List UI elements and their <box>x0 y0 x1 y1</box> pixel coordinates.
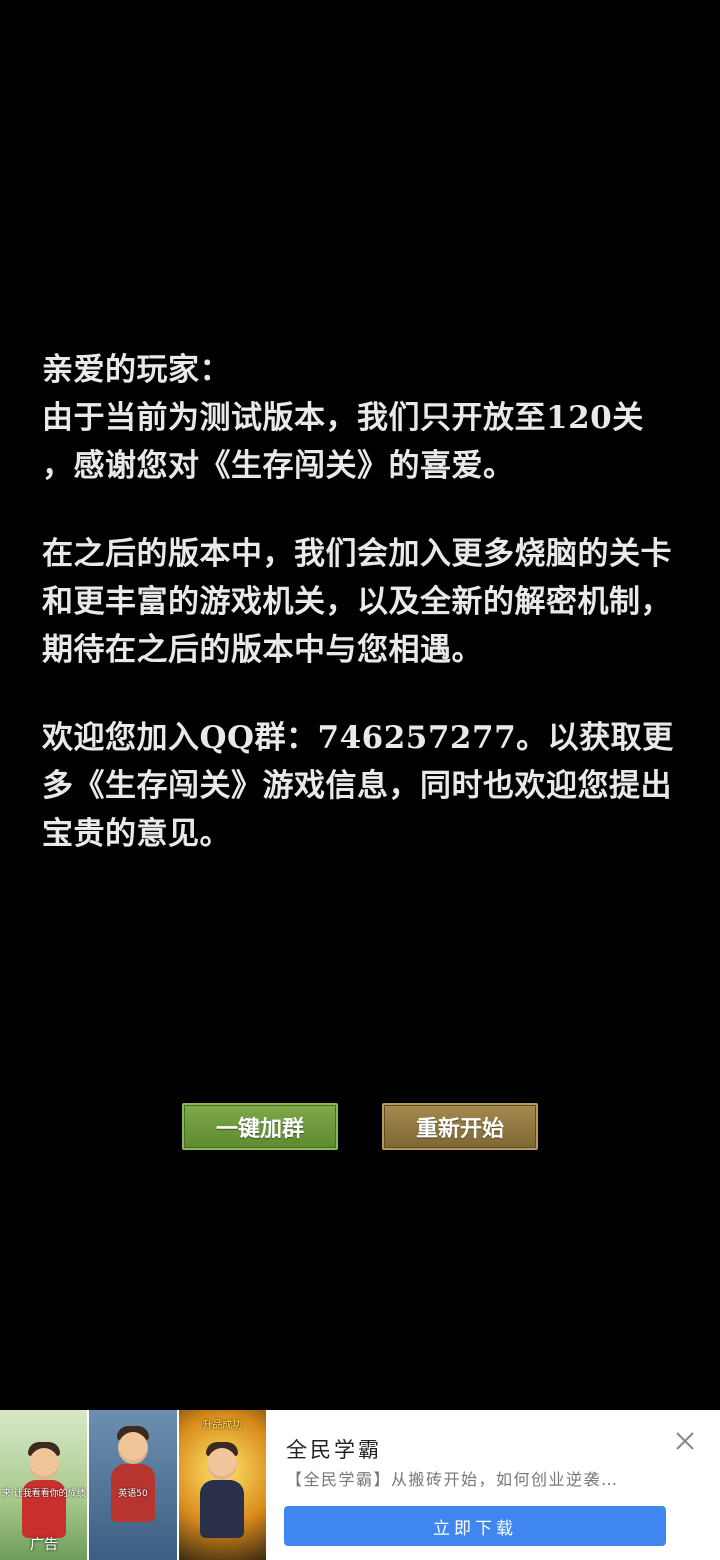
ad-thumbnail-2-caption: 英语50 <box>118 1489 148 1499</box>
join-group-button[interactable]: 一键加群 <box>182 1103 338 1150</box>
ad-thumbnails[interactable]: 来 让我看看你的成绩 英语50 升品成功 广告 <box>0 1410 268 1560</box>
ad-label: 广告 <box>30 1537 58 1553</box>
ad-thumbnail-2[interactable]: 英语50 <box>89 1410 177 1560</box>
character-illustration <box>192 1438 252 1548</box>
character-head <box>28 1448 59 1480</box>
close-icon-glyph <box>676 1432 694 1450</box>
ad-title[interactable]: 全民学霸 <box>286 1434 382 1464</box>
message-intro: 亲爱的玩家： 由于当前为测试版本，我们只开放至120关 ，感谢您对《生存闯关》的… <box>42 346 682 490</box>
ad-thumbnail-3[interactable]: 升品成功 <box>178 1410 266 1560</box>
close-icon[interactable] <box>672 1428 698 1454</box>
thanks-text: ，感谢您对《生存闯关》的喜爱。 <box>42 448 515 484</box>
download-button[interactable]: 立即下载 <box>284 1506 666 1546</box>
future-plans-text: 在之后的版本中，我们会加入更多烧脑的关卡和更丰富的游戏机关，以及全新的解密机制，… <box>42 536 672 668</box>
qq-group-text: 欢迎您加入QQ群：746257277。以获取更多《生存闯关》游戏信息，同时也欢迎… <box>42 720 674 852</box>
character-illustration <box>103 1420 163 1540</box>
ad-thumbnail-1-caption: 来 让我看看你的成绩 <box>1 1489 86 1499</box>
ad-banner[interactable]: 来 让我看看你的成绩 英语50 升品成功 广告 全民学霸 【全民学霸】从搬砖开始… <box>0 1410 720 1560</box>
ad-description[interactable]: 【全民学霸】从搬砖开始，如何创业逆袭… <box>286 1466 672 1490</box>
character-head <box>117 1432 148 1464</box>
message-panel: 亲爱的玩家： 由于当前为测试版本，我们只开放至120关 ，感谢您对《生存闯关》的… <box>42 346 682 898</box>
test-version-text: 由于当前为测试版本，我们只开放至120关 <box>42 400 644 436</box>
ad-thumbnail-3-caption: 升品成功 <box>202 1420 243 1431</box>
character-head <box>207 1448 238 1480</box>
greeting-text: 亲爱的玩家： <box>42 352 231 388</box>
restart-button[interactable]: 重新开始 <box>382 1103 538 1150</box>
character-body <box>200 1480 245 1538</box>
